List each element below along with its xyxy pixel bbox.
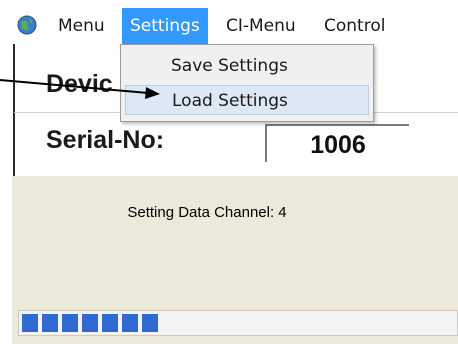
serial-number-label: Serial-No:	[46, 126, 165, 154]
save-settings-item[interactable]: Save Settings	[125, 51, 369, 81]
progress-bar	[18, 310, 458, 336]
progress-segment	[102, 314, 118, 332]
dialog-message: Setting Data Channel: 4	[127, 204, 287, 221]
progress-segment	[62, 314, 78, 332]
progress-segment	[142, 314, 158, 332]
load-settings-item[interactable]: Load Settings	[125, 85, 369, 115]
menu-ci-menu[interactable]: CI-Menu	[218, 8, 304, 44]
settings-dropdown: Save Settings Load Settings	[120, 44, 374, 122]
menu-settings[interactable]: Settings	[122, 8, 208, 44]
menu-control[interactable]: Control	[316, 8, 393, 44]
serial-number-field: 1006	[265, 124, 409, 162]
progress-segment	[122, 314, 138, 332]
device-label: Devic	[46, 70, 113, 98]
menu-menu[interactable]: Menu	[50, 8, 113, 44]
menu-bar: Menu Settings CI-Menu Control	[0, 8, 458, 44]
progress-segment	[42, 314, 58, 332]
progress-segment	[22, 314, 38, 332]
globe-icon[interactable]	[16, 14, 38, 36]
progress-segment	[82, 314, 98, 332]
